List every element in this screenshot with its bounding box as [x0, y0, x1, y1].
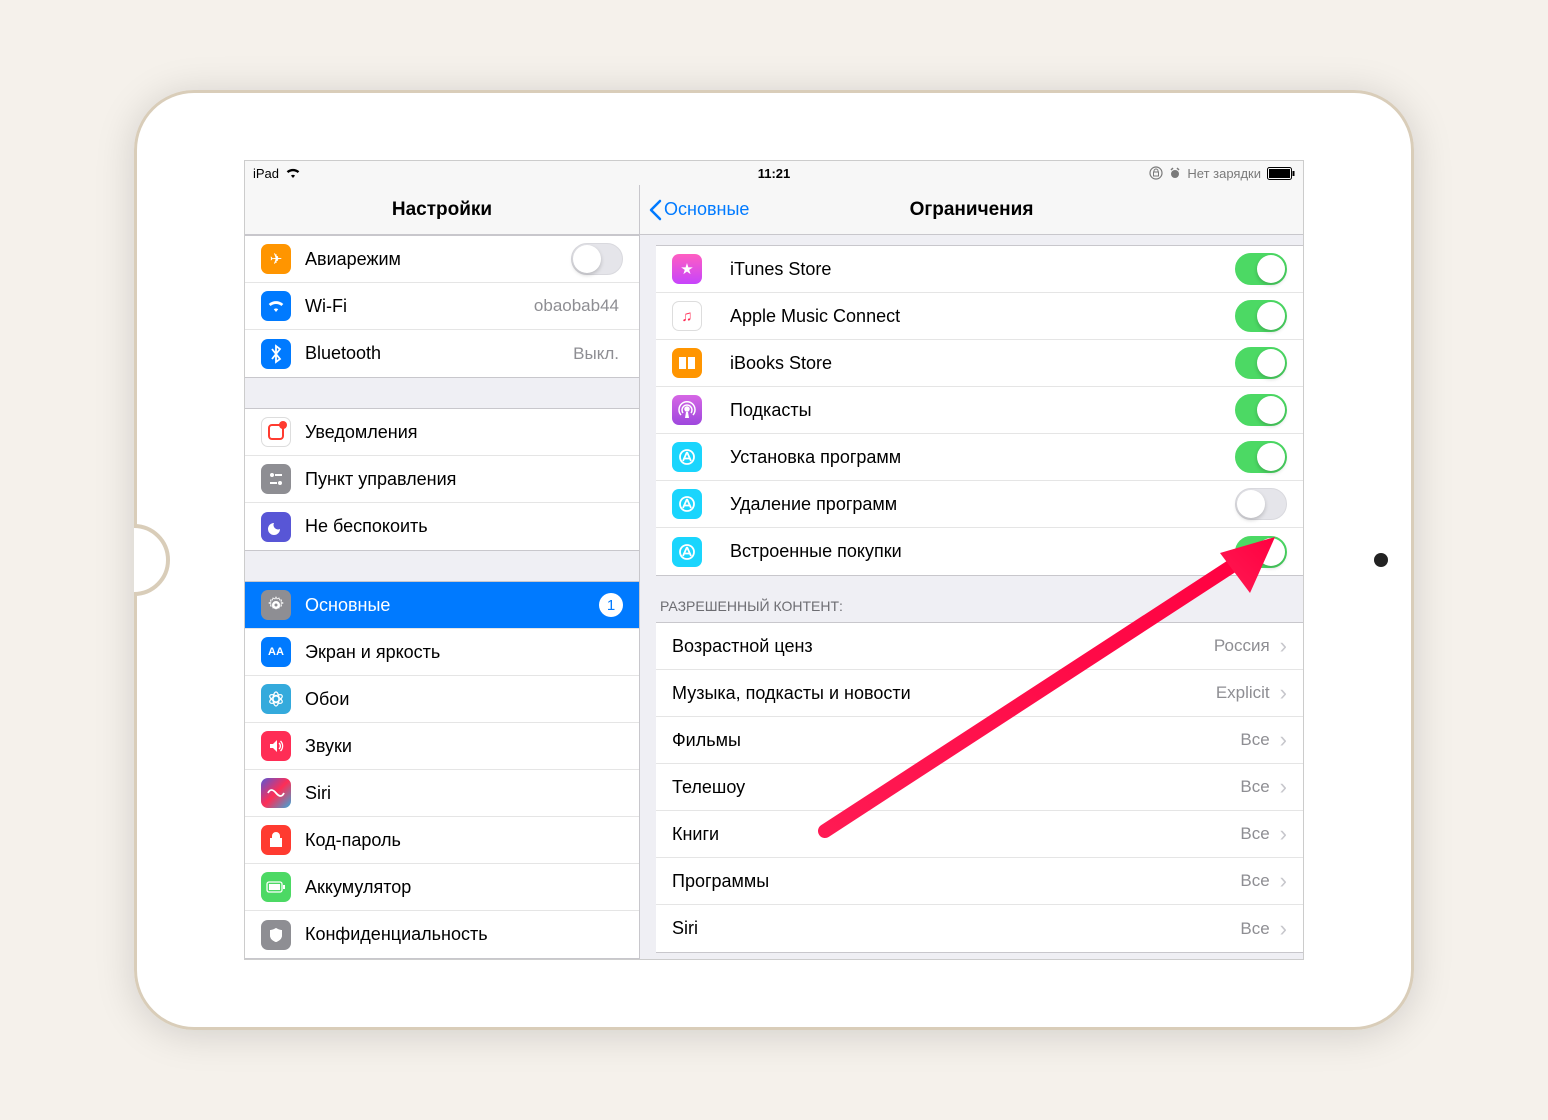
- alarm-icon: [1169, 167, 1181, 179]
- content-row-siri[interactable]: Siri Все ›: [656, 905, 1303, 952]
- orientation-lock-icon: [1149, 166, 1163, 180]
- itunes-toggle[interactable]: [1235, 253, 1287, 285]
- sidebar-item-display[interactable]: AA Экран и яркость: [245, 629, 639, 676]
- detail-title: Ограничения: [910, 199, 1034, 221]
- delete-apps-toggle[interactable]: [1235, 488, 1287, 520]
- sidebar-item-bluetooth[interactable]: Bluetooth Выкл.: [245, 330, 639, 377]
- front-camera: [1374, 553, 1388, 567]
- toggle-row-music: ♫ Apple Music Connect: [656, 293, 1303, 340]
- sidebar-item-control-center[interactable]: Пункт управления: [245, 456, 639, 503]
- toggle-row-delete: Удаление программ: [656, 481, 1303, 528]
- toggle-row-install: Установка программ: [656, 434, 1303, 481]
- general-icon: [261, 590, 291, 620]
- sidebar-title: Настройки: [245, 185, 639, 235]
- podcasts-toggle[interactable]: [1235, 394, 1287, 426]
- itunes-icon: ★: [672, 254, 702, 284]
- sidebar-item-sounds[interactable]: Звуки: [245, 723, 639, 770]
- time-label: 11:21: [758, 166, 791, 181]
- sidebar-item-general[interactable]: Основные 1: [245, 582, 639, 629]
- content-row-tv[interactable]: Телешоу Все ›: [656, 764, 1303, 811]
- passcode-icon: [261, 825, 291, 855]
- ibooks-icon: [672, 348, 702, 378]
- sidebar-item-siri[interactable]: Siri: [245, 770, 639, 817]
- sidebar-item-privacy[interactable]: Конфиденциальность: [245, 911, 639, 958]
- wifi-icon: [285, 167, 301, 179]
- home-button[interactable]: [134, 524, 170, 596]
- content-row-music[interactable]: Музыка, подкасты и новости Explicit ›: [656, 670, 1303, 717]
- battery-icon: [1267, 167, 1295, 180]
- siri-icon: [261, 778, 291, 808]
- wifi-settings-icon: [261, 291, 291, 321]
- chevron-right-icon: ›: [1280, 633, 1287, 659]
- general-badge: 1: [599, 593, 623, 617]
- content-row-apps[interactable]: Программы Все ›: [656, 858, 1303, 905]
- bluetooth-icon: [261, 339, 291, 369]
- charging-label: Нет зарядки: [1187, 166, 1261, 181]
- tablet-frame: iPad 11:21 Нет зарядки: [134, 90, 1414, 1030]
- screen: iPad 11:21 Нет зарядки: [244, 160, 1304, 960]
- toggle-row-ibooks: iBooks Store: [656, 340, 1303, 387]
- device-label: iPad: [253, 166, 279, 181]
- content-row-movies[interactable]: Фильмы Все ›: [656, 717, 1303, 764]
- sidebar-item-wifi[interactable]: Wi-Fi obaobab44: [245, 283, 639, 330]
- toggle-row-itunes: ★ iTunes Store: [656, 246, 1303, 293]
- settings-sidebar: Настройки ✈ Авиарежим Wi-F: [245, 185, 640, 959]
- battery-settings-icon: [261, 872, 291, 902]
- sidebar-item-wallpaper[interactable]: Обои: [245, 676, 639, 723]
- dnd-icon: [261, 512, 291, 542]
- status-bar: iPad 11:21 Нет зарядки: [245, 161, 1303, 185]
- podcast-icon: [672, 395, 702, 425]
- sidebar-item-passcode[interactable]: Код-пароль: [245, 817, 639, 864]
- sidebar-item-airplane[interactable]: ✈ Авиарежим: [245, 236, 639, 283]
- privacy-icon: [261, 920, 291, 950]
- chevron-right-icon: ›: [1280, 680, 1287, 706]
- toggle-row-inapp: Встроенные покупки: [656, 528, 1303, 575]
- inapp-toggle[interactable]: [1235, 536, 1287, 568]
- back-button[interactable]: Основные: [648, 199, 749, 221]
- control-center-icon: [261, 464, 291, 494]
- toggle-row-podcasts: Подкасты: [656, 387, 1303, 434]
- chevron-right-icon: ›: [1280, 774, 1287, 800]
- sidebar-item-battery[interactable]: Аккумулятор: [245, 864, 639, 911]
- wallpaper-icon: [261, 684, 291, 714]
- content-row-books[interactable]: Книги Все ›: [656, 811, 1303, 858]
- airplane-icon: ✈: [261, 244, 291, 274]
- sidebar-item-notifications[interactable]: Уведомления: [245, 409, 639, 456]
- airplane-toggle[interactable]: [571, 243, 623, 275]
- appstore-delete-icon: [672, 489, 702, 519]
- notifications-icon: [261, 417, 291, 447]
- chevron-right-icon: ›: [1280, 916, 1287, 942]
- detail-pane: Основные Ограничения ★ iTunes Store ♫ Ap: [640, 185, 1303, 959]
- chevron-right-icon: ›: [1280, 821, 1287, 847]
- display-icon: AA: [261, 637, 291, 667]
- install-apps-toggle[interactable]: [1235, 441, 1287, 473]
- chevron-right-icon: ›: [1280, 727, 1287, 753]
- ibooks-toggle[interactable]: [1235, 347, 1287, 379]
- appstore-install-icon: [672, 442, 702, 472]
- chevron-right-icon: ›: [1280, 868, 1287, 894]
- content-row-rating[interactable]: Возрастной ценз Россия ›: [656, 623, 1303, 670]
- appstore-inapp-icon: [672, 537, 702, 567]
- sidebar-item-dnd[interactable]: Не беспокоить: [245, 503, 639, 550]
- sounds-icon: [261, 731, 291, 761]
- music-icon: ♫: [672, 301, 702, 331]
- content-section-header: РАЗРЕШЕННЫЙ КОНТЕНТ:: [640, 576, 1303, 622]
- music-toggle[interactable]: [1235, 300, 1287, 332]
- chevron-left-icon: [648, 199, 662, 221]
